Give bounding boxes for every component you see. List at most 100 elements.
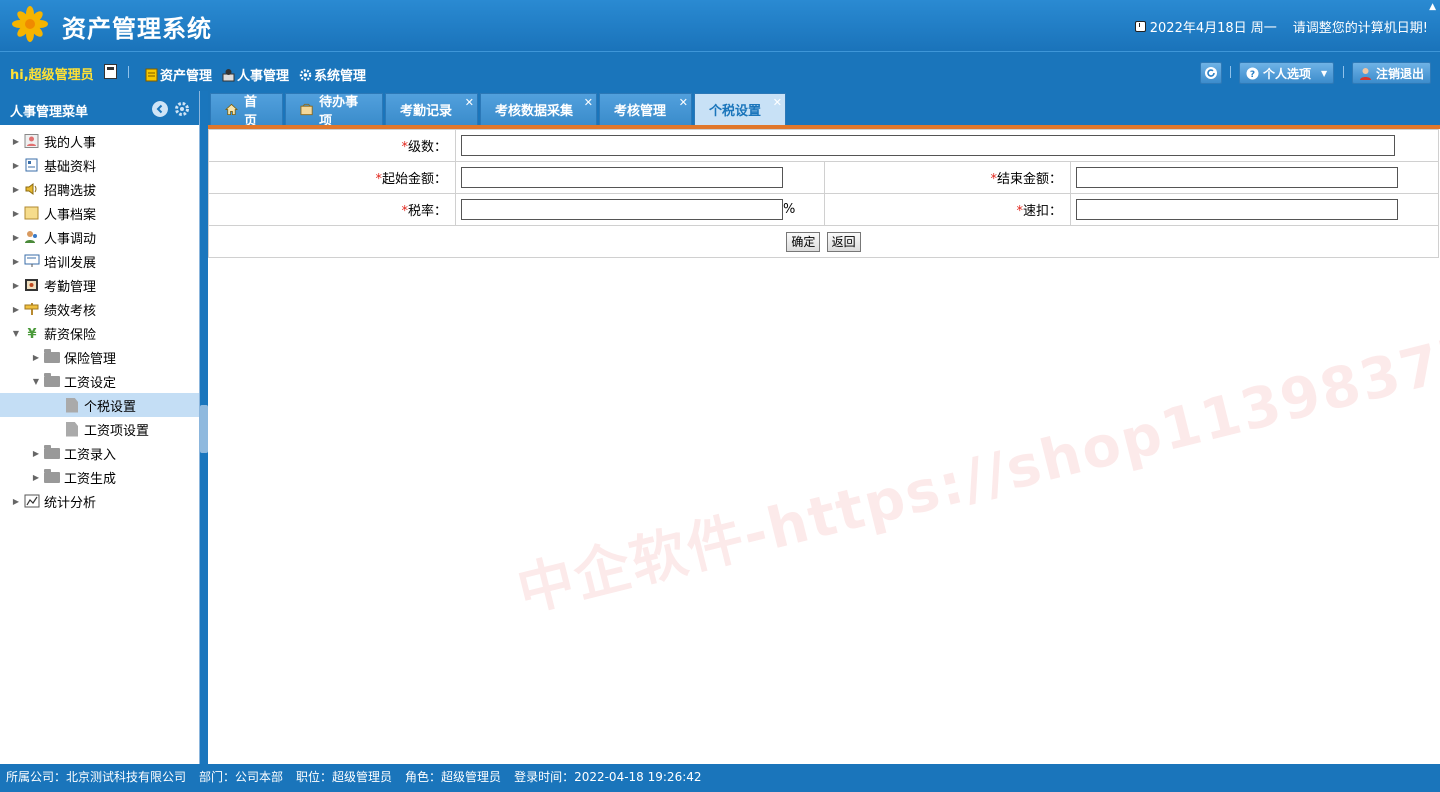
person-card-icon: [24, 134, 39, 148]
footer-company: 所属公司：北京测试科技有限公司: [6, 770, 187, 784]
sidebar-item-label: 人事档案: [44, 207, 97, 223]
form-row-amount: *起始金额： *结束金额：: [208, 161, 1439, 194]
chevron-right-icon[interactable]: ▶: [10, 497, 22, 506]
menu-personnel-management[interactable]: 人事管理: [222, 65, 289, 84]
sidebar-item[interactable]: 个税设置: [0, 393, 199, 417]
logo-icon: [12, 6, 48, 42]
sidebar-item[interactable]: ▶ 工资录入: [0, 441, 199, 465]
close-icon[interactable]: ✕: [773, 96, 782, 109]
sidebar-item[interactable]: ▶ 培训发展: [0, 249, 199, 273]
confirm-button[interactable]: 确定: [786, 231, 821, 252]
home-icon: [225, 103, 238, 115]
chevron-down-icon[interactable]: ▼: [10, 329, 22, 338]
chevron-right-icon[interactable]: ▶: [10, 209, 22, 218]
close-icon[interactable]: ✕: [465, 96, 474, 109]
form-row-rate: *税率： % *速扣：: [208, 193, 1439, 226]
chevron-right-icon[interactable]: ▶: [10, 305, 22, 314]
top-toolbar: hi,超级管理员 资产管理 人事管理 系统管理 ? 个人选项 ▼ 注销退出: [0, 51, 1440, 91]
tab-assessment-data[interactable]: 考核数据采集 ✕: [480, 93, 597, 125]
tab-bar: 首页 待办事项 考勤记录 ✕ 考核数据采集 ✕ 考核管理 ✕ 个税设置 ✕: [208, 91, 1440, 129]
speaker-icon: [25, 183, 37, 195]
refresh-icon: [1205, 67, 1217, 79]
personnel-icon: [222, 68, 235, 81]
chevron-right-icon[interactable]: ▶: [30, 353, 42, 362]
sidebar-item-label: 招聘选拔: [44, 183, 97, 199]
level-input[interactable]: [461, 135, 1395, 156]
tab-assessment-management[interactable]: 考核管理 ✕: [599, 93, 692, 125]
sidebar-item[interactable]: ▶ 工资生成: [0, 465, 199, 489]
personal-options-button[interactable]: ? 个人选项 ▼: [1239, 62, 1335, 84]
deduction-label: *速扣：: [824, 193, 1071, 226]
chevron-down-icon: ▼: [1321, 68, 1328, 78]
settings-icon[interactable]: [174, 101, 190, 117]
sidebar-item[interactable]: 工资项设置: [0, 417, 199, 441]
end-amount-label: *结束金额：: [824, 161, 1071, 194]
sidebar-splitter[interactable]: [200, 405, 208, 453]
chevron-right-icon[interactable]: ▶: [10, 281, 22, 290]
user-greeting: hi,超级管理员: [10, 68, 94, 83]
tab-attendance-records[interactable]: 考勤记录 ✕: [385, 93, 478, 125]
toolbar-divider: [1343, 66, 1344, 78]
folder-open-icon: [44, 372, 60, 387]
main-content: *级数： *起始金额： *结束金额： *税率： % *速扣： 确定 返回 中企软…: [208, 125, 1440, 764]
sidebar-item-label: 薪资保险: [44, 327, 97, 343]
refresh-button[interactable]: [1200, 62, 1222, 84]
start-amount-label: *起始金额：: [208, 161, 456, 194]
chevron-right-icon[interactable]: ▶: [10, 233, 22, 242]
chevron-down-icon[interactable]: ▼: [30, 377, 42, 386]
logout-button[interactable]: 注销退出: [1352, 62, 1432, 84]
sidebar-item-label: 保险管理: [64, 351, 117, 367]
footer-role: 角色：超级管理员: [405, 770, 502, 784]
sidebar-item[interactable]: ▶ 我的人事: [0, 129, 199, 153]
sidebar-item[interactable]: ▶ 人事档案: [0, 201, 199, 225]
form-row-level: *级数：: [208, 129, 1439, 162]
chevron-right-icon[interactable]: ▶: [10, 185, 22, 194]
sidebar-item[interactable]: ▼ 工资设定: [0, 369, 199, 393]
folder-icon: [44, 468, 60, 483]
sidebar-item-label: 工资录入: [64, 447, 117, 463]
calculator-icon[interactable]: [104, 64, 117, 79]
chevron-right-icon[interactable]: ▶: [10, 137, 22, 146]
chevron-right-icon[interactable]: ▶: [10, 257, 22, 266]
chevron-right-icon[interactable]: ▶: [30, 473, 42, 482]
sidebar-item[interactable]: ▼ ¥ 薪资保险: [0, 321, 199, 345]
back-button[interactable]: 返回: [826, 231, 861, 252]
sidebar-item[interactable]: ▶ 保险管理: [0, 345, 199, 369]
close-icon[interactable]: ✕: [679, 96, 688, 109]
toolbar-divider: [128, 66, 129, 78]
sidebar-item[interactable]: ▶ 考勤管理: [0, 273, 199, 297]
attendance-icon: [25, 279, 38, 291]
chevron-right-icon[interactable]: ▶: [10, 161, 22, 170]
tax-rate-input[interactable]: [461, 199, 783, 220]
close-icon[interactable]: ✕: [584, 96, 593, 109]
menu-tree: ▶ 我的人事 ▶ 基础资料 ▶ 招聘选拔 ▶ 人事档案 ▶ 人事调动 ▶ 培训发展 ▶ 考勤管理 ▶ 绩效考核…: [0, 125, 199, 513]
sidebar-item[interactable]: ▶ 绩效考核: [0, 297, 199, 321]
logout-user-icon: [1360, 67, 1371, 80]
chevron-right-icon[interactable]: ▶: [30, 449, 42, 458]
date-area: 2022年4月18日 周一 请调整您的计算机日期!: [1134, 17, 1428, 36]
todo-icon: [300, 103, 313, 116]
percent-unit: %: [783, 202, 796, 217]
gear-icon: [299, 68, 312, 81]
start-amount-input[interactable]: [461, 167, 783, 188]
menu-asset-management[interactable]: 资产管理: [145, 65, 212, 84]
tab-tax-settings[interactable]: 个税设置 ✕: [694, 93, 786, 125]
toolbar-divider: [1230, 66, 1231, 78]
users-icon: [25, 231, 37, 243]
menu-system-management[interactable]: 系统管理: [299, 65, 366, 84]
sidebar-item[interactable]: ▶ 统计分析: [0, 489, 199, 513]
end-amount-input[interactable]: [1076, 167, 1398, 188]
sidebar-item[interactable]: ▶ 基础资料: [0, 153, 199, 177]
tab-home[interactable]: 首页: [210, 93, 283, 129]
sidebar-item-label: 基础资料: [44, 159, 97, 175]
collapse-sidebar-icon[interactable]: [152, 101, 168, 117]
app-title: 资产管理系统: [62, 15, 212, 43]
tax-rate-label: *税率：: [208, 193, 456, 226]
tab-todo[interactable]: 待办事项: [285, 93, 383, 129]
deduction-input[interactable]: [1076, 199, 1398, 220]
collapse-header-icon[interactable]: ▲: [1429, 2, 1436, 12]
level-label: *级数：: [208, 129, 456, 162]
form-row-actions: 确定 返回: [208, 225, 1439, 258]
sidebar-item[interactable]: ▶ 人事调动: [0, 225, 199, 249]
sidebar-item[interactable]: ▶ 招聘选拔: [0, 177, 199, 201]
